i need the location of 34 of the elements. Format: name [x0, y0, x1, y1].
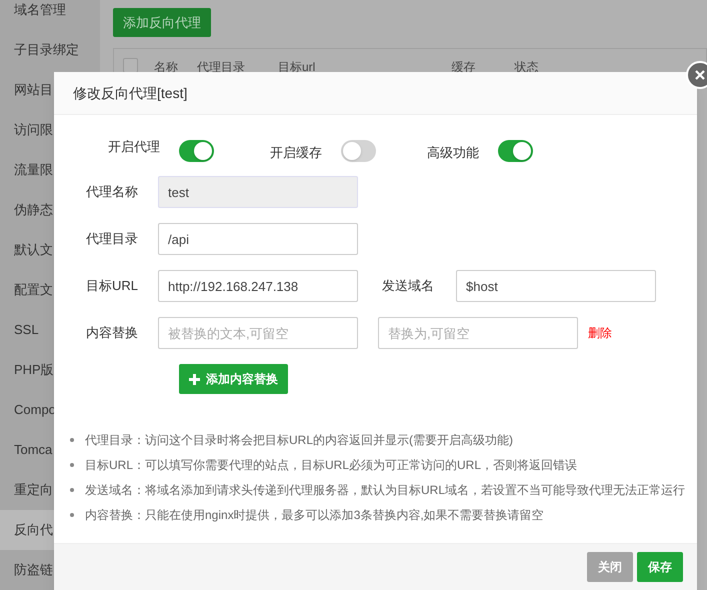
- field-label: 目标URL: [84, 277, 139, 296]
- sidebar-item[interactable]: 域名管理: [0, 0, 100, 30]
- delete-link[interactable]: 删除: [588, 324, 612, 342]
- bullet-icon: [70, 513, 74, 517]
- text-field[interactable]: 被替换的文本,可留空: [158, 317, 358, 349]
- toggle-switch[interactable]: [179, 140, 214, 162]
- field-label: 发送域名: [382, 277, 435, 296]
- bullet-icon: [70, 438, 74, 442]
- text-field[interactable]: http://192.168.247.138: [158, 270, 358, 302]
- text-field[interactable]: /api: [158, 223, 358, 255]
- add-replace-button[interactable]: 添加内容替换: [179, 364, 288, 394]
- dialog-title: 修改反向代理[test]: [54, 72, 697, 115]
- bullet-icon: [70, 488, 74, 492]
- toggle-switch[interactable]: [498, 140, 533, 162]
- text-field[interactable]: 替换为,可留空: [378, 317, 578, 349]
- close-button[interactable]: [686, 61, 707, 89]
- checkbox[interactable]: [123, 58, 138, 73]
- add-proxy-button[interactable]: 添加反向代理: [113, 8, 211, 37]
- field-label: 代理目录: [85, 230, 139, 248]
- field-label: 内容替换: [85, 324, 139, 342]
- note-text: 代理目录：访问这个目录时将会把目标URL的内容返回并显示(需要开启高级功能): [85, 432, 513, 449]
- sidebar-item[interactable]: 子目录绑定: [0, 30, 100, 70]
- close-icon: [694, 69, 706, 81]
- toggle-label: 开启代理: [108, 138, 161, 156]
- toggle-label: 开启缓存: [270, 144, 323, 162]
- text-field[interactable]: $host: [456, 270, 656, 302]
- field-label: 代理名称: [85, 183, 139, 202]
- toggle-switch[interactable]: [341, 140, 376, 162]
- note-text: 目标URL：可以填写你需要代理的站点，目标URL必须为可正常访问的URL，否则将返回错误: [85, 457, 578, 474]
- bullet-icon: [70, 463, 74, 467]
- note-text: 发送域名：将域名添加到请求头传递到代理服务器，默认为目标URL域名，若设置不当可能导致代理无法正常运行: [85, 482, 686, 499]
- toggle-label: 高级功能: [427, 144, 480, 162]
- dialog-button[interactable]: 保存: [637, 552, 683, 582]
- plus-icon: [189, 374, 200, 384]
